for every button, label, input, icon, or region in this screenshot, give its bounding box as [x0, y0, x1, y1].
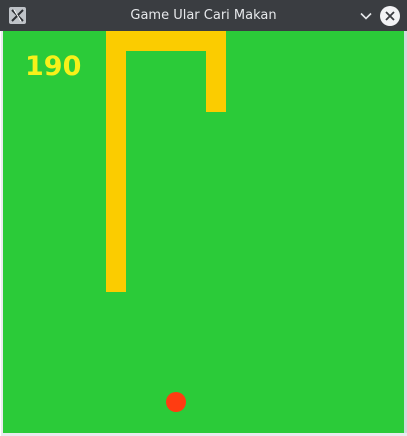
close-button[interactable]: [380, 6, 400, 26]
close-icon: [385, 11, 395, 21]
window-title: Game Ular Cari Makan: [130, 8, 277, 23]
minimize-button[interactable]: [356, 6, 376, 26]
snake-head-segment: [206, 31, 226, 112]
game-board[interactable]: 190: [3, 31, 404, 433]
x-logo-icon: [11, 9, 24, 22]
snake-body-segment: [106, 31, 126, 292]
chevron-down-icon: [360, 12, 372, 20]
title-bar[interactable]: Game Ular Cari Makan: [0, 0, 407, 31]
game-window: Game Ular Cari Makan 190: [0, 0, 407, 436]
score-display: 190: [25, 51, 82, 82]
food-item: [166, 392, 186, 412]
board-border-left: [1, 31, 3, 436]
x-app-icon[interactable]: [9, 7, 26, 24]
